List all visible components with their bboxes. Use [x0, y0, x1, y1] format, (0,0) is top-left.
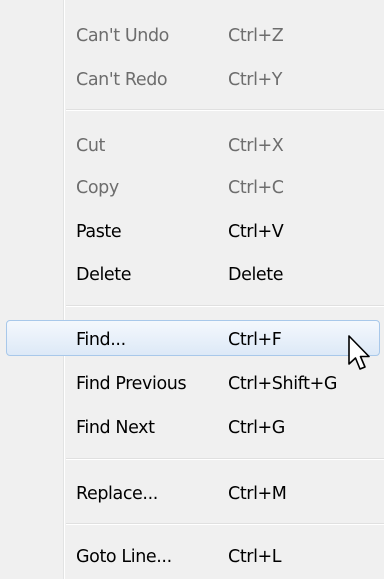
menu-item-shortcut: Ctrl+L: [228, 547, 282, 567]
menu-separator: [66, 458, 384, 460]
menu-separator: [66, 109, 384, 111]
menu-item-shortcut: Ctrl+Shift+G: [228, 374, 338, 394]
menu-item-copy: Copy Ctrl+C: [0, 166, 384, 210]
menu-item-shortcut: Ctrl+X: [228, 136, 284, 156]
menu-item-redo: Can't Redo Ctrl+Y: [0, 58, 384, 102]
menu-item-label: Delete: [76, 265, 132, 285]
menu-item-label: Cut: [76, 136, 105, 156]
menu-item-label: Find...: [76, 330, 126, 350]
menu-item-delete[interactable]: Delete Delete: [0, 253, 384, 297]
menu-item-label: Copy: [76, 178, 119, 198]
menu-item-find[interactable]: Find... Ctrl+F: [0, 318, 384, 362]
menu-item-label: Can't Redo: [76, 70, 168, 90]
mouse-pointer-icon: [348, 335, 370, 370]
menu-item-find-next[interactable]: Find Next Ctrl+G: [0, 406, 384, 450]
menu-separator: [66, 523, 384, 525]
menu-item-label: Find Previous: [76, 374, 187, 394]
menu-item-goto-line[interactable]: Goto Line... Ctrl+L: [0, 535, 384, 579]
menu-item-shortcut: Ctrl+Z: [228, 26, 284, 46]
menu-separator: [66, 305, 384, 307]
menu-item-shortcut: Ctrl+Y: [228, 70, 283, 90]
menu-item-label: Can't Undo: [76, 26, 169, 46]
menu-item-label: Replace...: [76, 484, 158, 504]
menu-item-label: Paste: [76, 222, 122, 242]
menu-item-label: Goto Line...: [76, 547, 172, 567]
menu-item-cut: Cut Ctrl+X: [0, 124, 384, 168]
menu-item-find-previous[interactable]: Find Previous Ctrl+Shift+G: [0, 362, 384, 406]
menu-item-shortcut: Delete: [228, 265, 284, 285]
menu-item-label: Find Next: [76, 418, 155, 438]
menu-item-paste[interactable]: Paste Ctrl+V: [0, 210, 384, 254]
hover-highlight: [6, 320, 380, 356]
menu-item-replace[interactable]: Replace... Ctrl+M: [0, 472, 384, 516]
menu-item-shortcut: Ctrl+F: [228, 330, 282, 350]
edit-context-menu: Can't Undo Ctrl+Z Can't Redo Ctrl+Y Cut …: [0, 0, 384, 579]
menu-item-shortcut: Ctrl+G: [228, 418, 285, 438]
menu-item-undo: Can't Undo Ctrl+Z: [0, 14, 384, 58]
menu-item-shortcut: Ctrl+C: [228, 178, 284, 198]
menu-item-shortcut: Ctrl+V: [228, 222, 284, 242]
menu-item-shortcut: Ctrl+M: [228, 484, 287, 504]
